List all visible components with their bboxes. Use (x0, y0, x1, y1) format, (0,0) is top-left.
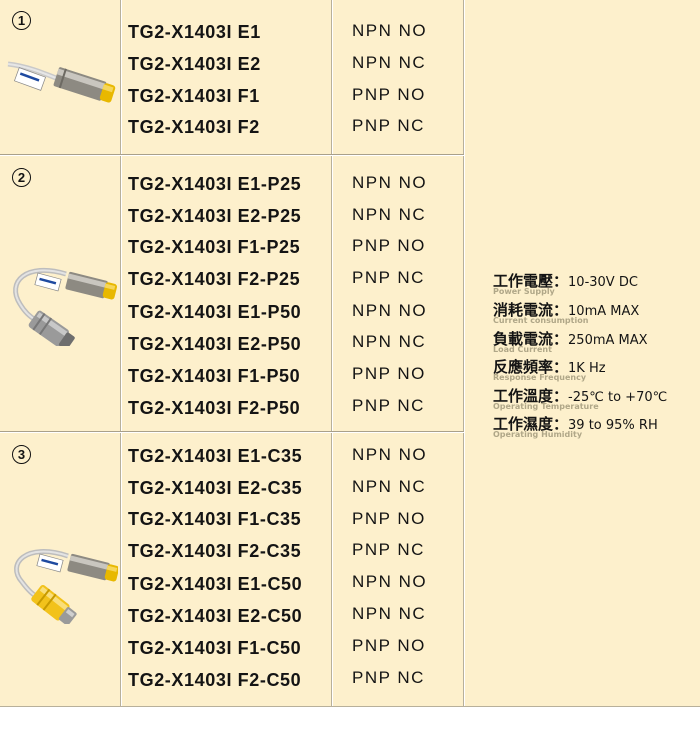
output-type: PNP NO (352, 236, 426, 255)
spec-value: 250mA MAX (568, 333, 648, 348)
output-type: PNP NC (352, 540, 425, 559)
spec-operating-temperature: 工作溫度：-25℃ to +70℃ Operating Temperature (493, 387, 668, 411)
output-type: PNP NO (352, 636, 426, 655)
model-name: TG2-X1403I F1-C50 (128, 638, 302, 658)
spec-load-current: 負載電流：250mA MAX Load Current (493, 330, 648, 354)
model-name: TG2-X1403I E2-P50 (128, 334, 302, 354)
model-name: TG2-X1403I E2-C50 (128, 606, 303, 626)
spec-english-caption: Operating Humidity (493, 430, 583, 439)
spec-current-consumption: 消耗電流：10mA MAX Current consumption (493, 301, 640, 325)
output-type: NPN NO (352, 301, 428, 320)
output-type: NPN NC (352, 53, 427, 72)
spec-power-supply: 工作電壓：10-30V DC Power Supply (493, 272, 638, 296)
model-name: TG2-X1403I F2-C35 (128, 541, 302, 561)
model-name: TG2-X1403I F1-C35 (128, 509, 302, 529)
model-name: TG2-X1403I E1 (128, 22, 261, 42)
model-name: TG2-X1403I F2-P25 (128, 269, 301, 289)
output-type: PNP NC (352, 116, 425, 135)
spec-value: 10-30V DC (568, 275, 638, 290)
output-type: PNP NC (352, 268, 425, 287)
model-name: TG2-X1403I F2-P50 (128, 398, 301, 418)
model-name: TG2-X1403I F1 (128, 86, 260, 106)
output-type: PNP NC (352, 668, 425, 687)
model-name: TG2-X1403I E1-C50 (128, 574, 303, 594)
model-name: TG2-X1403I F2 (128, 117, 260, 137)
spec-table: 1 TG2-X1403I E1 NPN NO TG2-X1403I E2 NPN… (0, 0, 700, 707)
table-bottom-border (0, 706, 700, 707)
model-name: TG2-X1403I E1-C35 (128, 446, 303, 466)
spec-operating-humidity: 工作濕度：39 to 95% RH Operating Humidity (493, 415, 658, 439)
model-name: TG2-X1403I F1-P50 (128, 366, 301, 386)
group-divider (0, 155, 464, 156)
spec-response-frequency: 反應頻率：1K Hz Response Frequency (493, 358, 606, 382)
model-name: TG2-X1403I F2-C50 (128, 670, 302, 690)
sensor-with-gray-connector-icon (13, 267, 118, 346)
group-number-badge: 2 (12, 168, 31, 187)
column-divider (121, 0, 122, 707)
group-divider (0, 432, 464, 433)
output-type: NPN NC (352, 332, 427, 351)
output-type: PNP NO (352, 85, 426, 104)
model-name: TG2-X1403I E1-P25 (128, 174, 302, 194)
output-type: NPN NC (352, 205, 427, 224)
spec-english-caption: Operating Temperature (493, 402, 599, 411)
output-type: NPN NO (352, 572, 428, 591)
output-type: NPN NO (352, 173, 428, 192)
model-name: TG2-X1403I E2-C35 (128, 478, 303, 498)
column-divider (464, 0, 465, 707)
model-name: TG2-X1403I E2 (128, 54, 261, 74)
column-divider (332, 0, 333, 707)
model-name: TG2-X1403I E2-P25 (128, 206, 302, 226)
sensor-with-yellow-connector-icon (14, 549, 118, 624)
output-type: PNP NO (352, 509, 426, 528)
output-type: PNP NC (352, 396, 425, 415)
spec-english-caption: Current consumption (493, 316, 589, 325)
output-type: NPN NC (352, 604, 427, 623)
spec-english-caption: Load Current (493, 345, 552, 354)
group-number-badge: 1 (12, 11, 31, 30)
model-name: TG2-X1403I F1-P25 (128, 237, 301, 257)
output-type: NPN NC (352, 477, 427, 496)
output-type: PNP NO (352, 364, 426, 383)
spec-english-caption: Power Supply (493, 287, 555, 296)
sensor-with-cable-icon (7, 61, 116, 103)
model-name: TG2-X1403I E1-P50 (128, 302, 302, 322)
output-type: NPN NO (352, 445, 428, 464)
spec-english-caption: Response Frequency (493, 373, 587, 382)
output-type: NPN NO (352, 21, 428, 40)
group-number-badge: 3 (12, 445, 31, 464)
